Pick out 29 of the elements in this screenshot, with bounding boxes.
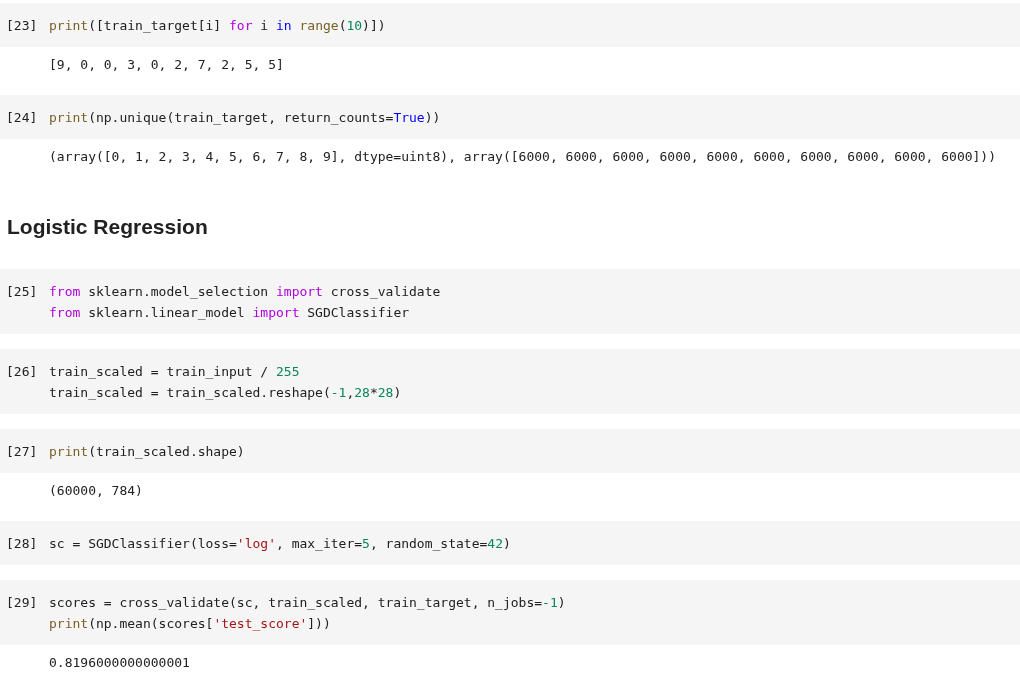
- code-cell-input[interactable]: [26] train_scaled = train_input / 255 train_scaled = train_scaled.reshape(-1,28*28): [0, 349, 1020, 414]
- code-cell-input[interactable]: [25] from sklearn.model_selection import cross_validate from sklearn.linear_model import SGDClassifier: [0, 269, 1020, 334]
- execution-count: [24]: [5, 109, 39, 127]
- section-heading: Logistic Regression: [7, 215, 209, 239]
- code-line: train_scaled = train_scaled.reshape(-1,28*28): [49, 384, 402, 402]
- execution-count: [27]: [5, 443, 39, 461]
- code-line: print(train_scaled.shape): [49, 443, 245, 461]
- execution-count: [23]: [5, 17, 39, 35]
- code-cell-input[interactable]: [23] print([train_target[i] for i in range(10)]): [0, 3, 1020, 47]
- cell-output: 0.8196000000000001: [49, 654, 190, 672]
- code-line: sc = SGDClassifier(loss='log', max_iter=5, random_state=42): [49, 535, 511, 553]
- code-cell-input[interactable]: [27] print(train_scaled.shape): [0, 429, 1020, 473]
- execution-count: [26]: [5, 363, 39, 381]
- code-cell-input[interactable]: [24] print(np.unique(train_target, return_counts=True)): [0, 95, 1020, 139]
- code-cell-input[interactable]: [29] scores = cross_validate(sc, train_scaled, train_target, n_jobs=-1) print(np.mean(scores['test_score'])): [0, 580, 1020, 645]
- execution-count: [28]: [5, 535, 39, 553]
- code-cell-input[interactable]: [28] sc = SGDClassifier(loss='log', max_iter=5, random_state=42): [0, 521, 1020, 565]
- code-line: print(np.mean(scores['test_score'])): [49, 615, 332, 633]
- cell-output: (array([0, 1, 2, 3, 4, 5, 6, 7, 8, 9], dtype=uint8), array([6000, 6000, 6000, 6000, 6000, 6000, 6000, 6000, 6000, 6000])): [49, 148, 997, 166]
- code-line: from sklearn.linear_model import SGDClassifier: [49, 304, 411, 322]
- code-line: print(np.unique(train_target, return_counts=True)): [49, 109, 441, 127]
- execution-count: [25]: [5, 283, 39, 301]
- execution-count: [29]: [5, 594, 39, 612]
- cell-output: [9, 0, 0, 3, 0, 2, 7, 2, 5, 5]: [49, 56, 284, 74]
- cell-output: (60000, 784): [49, 482, 143, 500]
- code-line: print([train_target[i] for i in range(10)]): [49, 17, 386, 35]
- code-line: from sklearn.model_selection import cross_validate: [49, 283, 441, 301]
- code-line: scores = cross_validate(sc, train_scaled, train_target, n_jobs=-1): [49, 594, 566, 612]
- code-line: train_scaled = train_input / 255: [49, 363, 301, 381]
